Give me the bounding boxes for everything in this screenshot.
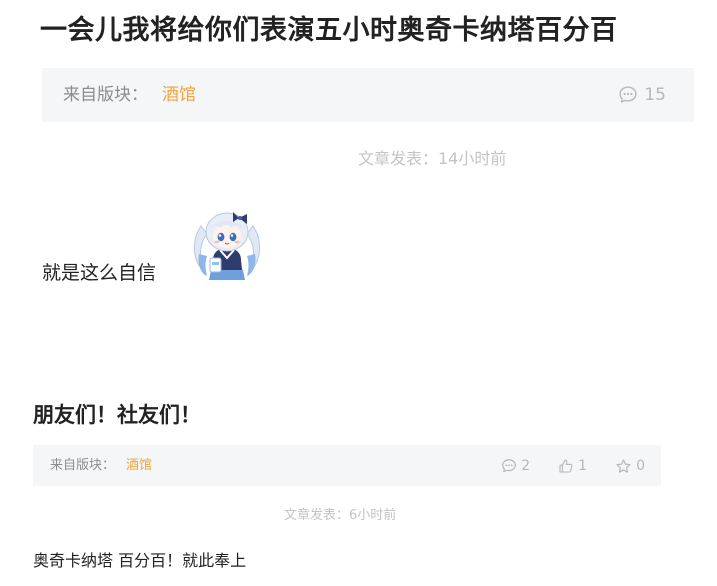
forum-link[interactable]: 酒馆 — [126, 456, 152, 475]
post-title[interactable]: 一会儿我将给你们表演五小时奥奇卡纳塔百分百 — [40, 11, 700, 51]
post-time: 文章发表：6小时前 — [284, 508, 397, 523]
forum-label: 来自版块： — [63, 85, 148, 105]
comment-count: 2 — [521, 458, 531, 474]
chibi-girl-sticker-icon — [187, 204, 267, 284]
post-body-text: 就是这么自信 — [42, 262, 157, 284]
post-title[interactable]: 朋友们！社友们！ — [33, 400, 201, 430]
post-meta-bar: 来自版块： 酒馆 15 — [42, 68, 694, 122]
comment-icon — [501, 458, 517, 474]
star-count: 0 — [636, 458, 645, 474]
post-stats: 2 1 0 — [501, 455, 645, 477]
favorite-button[interactable]: 0 — [615, 458, 645, 475]
post-meta-bar: 来自版块： 酒馆 2 1 0 — [33, 445, 661, 486]
thumbs-up-icon — [558, 458, 574, 474]
forum-label: 来自版块： — [50, 458, 116, 473]
comment-count: 15 — [644, 85, 666, 105]
star-icon — [615, 458, 632, 475]
like-button[interactable]: 1 — [558, 458, 587, 474]
forum-link[interactable]: 酒馆 — [162, 83, 196, 107]
like-count: 1 — [578, 458, 588, 474]
comment-count-button[interactable]: 15 — [618, 82, 666, 108]
post-body-text: 奥奇卡纳塔 百分百！就此奉上 — [33, 551, 247, 570]
comment-icon — [618, 85, 638, 105]
post-time: 文章发表：14小时前 — [358, 149, 507, 168]
comment-count-button[interactable]: 2 — [501, 458, 530, 474]
